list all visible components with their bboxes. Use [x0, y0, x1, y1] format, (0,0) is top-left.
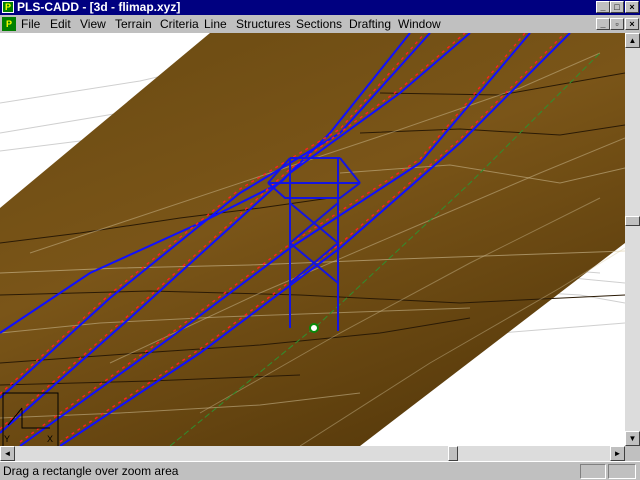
- menu-drafting[interactable]: Drafting: [349, 15, 391, 33]
- doc-minimize-button[interactable]: _: [596, 18, 610, 30]
- terrain-scene[interactable]: Y X: [0, 33, 625, 446]
- structure-node-marker[interactable]: [309, 323, 319, 333]
- minimize-button[interactable]: _: [596, 1, 610, 13]
- horizontal-scroll-thumb[interactable]: [447, 446, 458, 461]
- axis-x-label: X: [47, 434, 53, 444]
- menu-bar: P File Edit View Terrain Criteria Line S…: [0, 15, 640, 33]
- menu-sections[interactable]: Sections: [296, 15, 342, 33]
- document-icon[interactable]: P: [2, 17, 16, 31]
- scroll-down-button[interactable]: ▼: [625, 431, 640, 446]
- menu-file[interactable]: File: [21, 15, 40, 33]
- menu-line[interactable]: Line: [204, 15, 227, 33]
- title-bar: P PLS-CADD - [3d - flimap.xyz] _ □ ×: [0, 0, 640, 15]
- scroll-up-button[interactable]: ▲: [625, 33, 640, 48]
- scroll-left-button[interactable]: ◄: [0, 446, 15, 461]
- vertical-scrollbar[interactable]: ▲ ▼: [625, 33, 640, 446]
- vertical-scroll-thumb[interactable]: [625, 215, 640, 226]
- menu-window[interactable]: Window: [398, 15, 441, 33]
- window-title: PLS-CADD - [3d - flimap.xyz]: [17, 0, 181, 14]
- terrain-surface: [0, 33, 625, 446]
- app-logo-icon[interactable]: P: [2, 1, 14, 13]
- status-message: Drag a rectangle over zoom area: [3, 464, 179, 478]
- axis-y-label: Y: [4, 434, 10, 444]
- status-panel-2: [608, 464, 636, 479]
- scroll-right-button[interactable]: ►: [610, 446, 625, 461]
- doc-close-button[interactable]: ×: [625, 18, 639, 30]
- scrollbar-corner: [625, 446, 640, 461]
- menu-structures[interactable]: Structures: [236, 15, 291, 33]
- doc-restore-button[interactable]: ▫: [610, 18, 624, 30]
- status-panel-1: [580, 464, 606, 479]
- close-button[interactable]: ×: [625, 1, 639, 13]
- menu-edit[interactable]: Edit: [50, 15, 71, 33]
- status-bar: Drag a rectangle over zoom area: [0, 461, 640, 480]
- menu-criteria[interactable]: Criteria: [160, 15, 199, 33]
- horizontal-scrollbar[interactable]: ◄ ►: [0, 446, 625, 461]
- maximize-button[interactable]: □: [610, 1, 624, 13]
- menu-terrain[interactable]: Terrain: [115, 15, 152, 33]
- 3d-viewport[interactable]: Y X: [0, 33, 625, 446]
- menu-view[interactable]: View: [80, 15, 106, 33]
